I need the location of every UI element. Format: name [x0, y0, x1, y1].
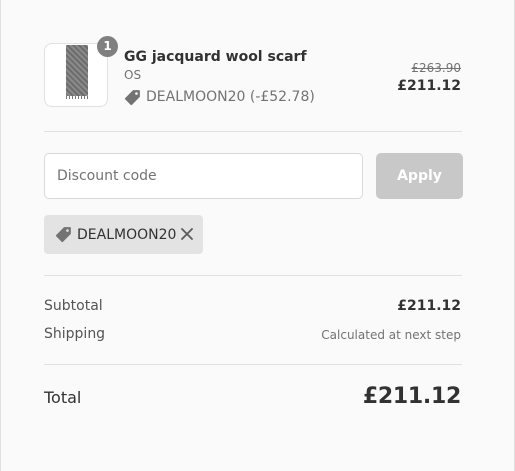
product-variant: OS — [124, 68, 142, 82]
shipping-value: Calculated at next step — [321, 328, 461, 342]
tag-icon — [55, 227, 71, 243]
divider — [44, 364, 462, 365]
divider — [44, 275, 462, 276]
tag-icon — [124, 89, 140, 105]
total-value: £211.12 — [362, 384, 461, 409]
discount-code-input[interactable] — [44, 153, 363, 199]
scarf-image — [66, 45, 88, 96]
product-discount-label: DEALMOON20 (-£52.78) — [146, 89, 315, 105]
applied-discount-chip: DEALMOON20 — [44, 215, 203, 254]
divider — [44, 131, 462, 132]
total-label: Total — [44, 388, 82, 407]
subtotal-value: £211.12 — [397, 298, 461, 314]
order-summary-panel: 1 GG jacquard wool scarf OS DEALMOON20 (… — [0, 0, 515, 471]
product-name: GG jacquard wool scarf — [124, 49, 307, 65]
close-icon[interactable] — [180, 227, 194, 241]
final-price: £211.12 — [397, 78, 461, 94]
product-discount: DEALMOON20 (-£52.78) — [124, 88, 315, 106]
applied-code-label: DEALMOON20 — [77, 226, 177, 243]
subtotal-label: Subtotal — [44, 298, 103, 314]
quantity-badge: 1 — [97, 36, 118, 57]
original-price: £263.90 — [411, 61, 461, 75]
shipping-label: Shipping — [44, 326, 106, 342]
apply-button[interactable]: Apply — [376, 153, 463, 199]
scarf-fringe — [66, 96, 88, 99]
